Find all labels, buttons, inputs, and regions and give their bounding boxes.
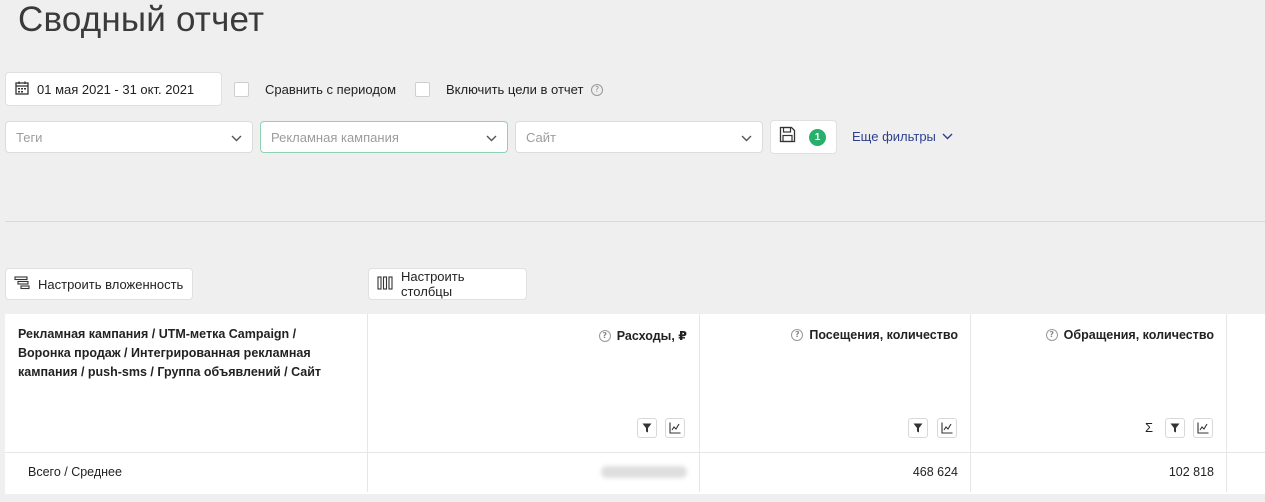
date-range-picker[interactable]: 01 мая 2021 - 31 окт. 2021 [5,72,222,106]
group-column-header[interactable]: Рекламная кампания / UTM-метка Campaign … [5,314,368,452]
filter-icon[interactable] [908,418,928,438]
site-select-placeholder: Сайт [526,129,556,145]
total-row-label-cell: Всего / Среднее [5,453,368,492]
help-icon[interactable]: ? [598,329,611,342]
configure-columns-button[interactable]: Настроить столбцы [368,268,527,300]
saved-filters-count-badge: 1 [809,128,826,146]
tags-select-placeholder: Теги [16,129,43,145]
campaign-select-placeholder: Рекламная кампания [271,129,399,145]
group-column-header-label: Рекламная кампания / UTM-метка Campaign … [18,327,322,379]
column-header-expenses[interactable]: ? Расходы, ₽ [368,314,700,452]
sum-icon[interactable]: Σ [1145,420,1153,435]
total-visits-cell: 468 624 [700,453,971,492]
saved-filters-button[interactable]: 1 [770,120,837,154]
column-header-label: ? Расходы, ₽ [598,328,687,343]
filter-icon[interactable] [1165,418,1185,438]
section-divider [5,221,1265,222]
filter-icon[interactable] [637,418,657,438]
columns-icon [377,275,393,293]
chart-icon[interactable] [937,418,957,438]
compare-period-label: Сравнить с периодом [265,82,397,97]
hierarchy-icon [14,275,30,293]
compare-period-checkbox[interactable] [234,82,249,97]
report-table: Рекламная кампания / UTM-метка Campaign … [5,314,1265,494]
total-visits-value: 468 624 [912,465,958,479]
total-requests-value: 102 818 [1168,465,1214,479]
page-title: Сводный отчет [18,0,265,39]
column-header-requests[interactable]: ? Обращения, количество Σ [971,314,1227,452]
column-header-expenses-label: Расходы, ₽ [616,329,687,343]
include-goals-checkbox[interactable] [415,82,430,97]
configure-nesting-button[interactable]: Настроить вложенность [5,268,193,300]
tags-select[interactable]: Теги [5,121,253,153]
blurred-value [601,466,687,478]
include-goals-label: Включить цели в отчет [446,82,584,97]
chevron-down-icon [231,130,242,145]
help-icon[interactable]: ? [591,84,603,96]
configure-columns-label: Настроить столбцы [401,269,465,299]
total-requests-cell: 102 818 [971,453,1227,492]
column-header-requests-label: Обращения, количество [1063,328,1214,342]
total-expenses-cell [368,453,700,492]
calendar-icon [15,81,29,98]
chart-icon[interactable] [665,418,685,438]
more-filters-link[interactable]: Еще фильтры [852,129,953,144]
configure-nesting-label: Настроить вложенность [38,276,184,292]
help-icon[interactable]: ? [1045,329,1058,341]
column-header-visits[interactable]: ? Посещения, количество [700,314,971,452]
site-select[interactable]: Сайт [515,121,763,153]
column-header-label: ? Обращения, количество [1045,328,1214,342]
column-header-label: ? Посещения, количество [791,328,958,342]
help-icon[interactable]: ? [791,329,804,341]
column-header-visits-label: Посещения, количество [809,328,958,342]
campaign-select[interactable]: Рекламная кампания [260,121,508,153]
chevron-down-icon [486,130,497,145]
chevron-down-icon [942,133,953,140]
more-filters-label: Еще фильтры [852,129,936,144]
total-row-label: Всего / Среднее [28,465,122,479]
chart-icon[interactable] [1193,418,1213,438]
chevron-down-icon [741,130,752,145]
date-range-value: 01 мая 2021 - 31 окт. 2021 [37,81,195,97]
save-icon [779,126,796,148]
